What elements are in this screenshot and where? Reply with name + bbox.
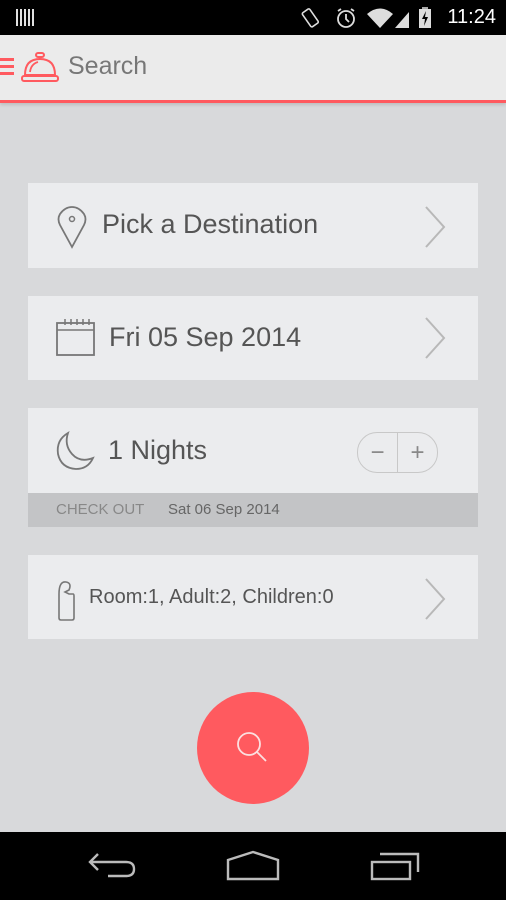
checkin-date-picker[interactable]: Fri 05 Sep 2014: [28, 296, 478, 380]
moon-icon: [56, 431, 95, 470]
barcode-icon: [16, 9, 34, 26]
checkout-date: Sat 06 Sep 2014: [168, 501, 280, 518]
chevron-right-icon: [425, 578, 446, 620]
search-button[interactable]: [197, 692, 309, 804]
guests-picker[interactable]: Room:1, Adult:2, Children:0: [28, 555, 478, 639]
home-icon[interactable]: [226, 850, 280, 882]
chevron-right-icon: [425, 317, 446, 359]
service-bell-icon: [21, 52, 59, 82]
checkout-label: CHECK OUT: [56, 501, 145, 518]
guests-label: Room:1, Adult:2, Children:0: [89, 586, 334, 608]
door-hanger-icon: [58, 581, 75, 621]
status-bar: 11:24: [0, 0, 506, 35]
vibrate-icon: [301, 8, 320, 28]
checkin-date-label: Fri 05 Sep 2014: [109, 322, 302, 352]
location-pin-icon: [57, 206, 87, 249]
hamburger-menu-icon[interactable]: [0, 58, 14, 76]
signal-icon: [395, 12, 409, 28]
chevron-right-icon: [425, 206, 446, 248]
checkout-bar: CHECK OUT Sat 06 Sep 2014: [28, 493, 478, 527]
battery-charging-icon: [419, 7, 431, 28]
destination-picker[interactable]: Pick a Destination: [28, 183, 478, 268]
calendar-icon: [56, 319, 95, 356]
app-bar: Search: [0, 35, 506, 103]
app-title: Search: [68, 52, 148, 80]
nights-stepper: − +: [357, 432, 438, 473]
wifi-icon: [367, 8, 393, 28]
decrement-nights-button[interactable]: −: [358, 433, 398, 472]
nights-card: 1 Nights − +: [28, 408, 478, 494]
clock: 11:24: [447, 6, 496, 28]
nights-label: 1 Nights: [108, 435, 208, 465]
back-icon[interactable]: [86, 850, 138, 882]
increment-nights-button[interactable]: +: [398, 433, 437, 472]
search-icon: [237, 732, 267, 762]
navigation-bar: [0, 832, 506, 900]
alarm-icon: [337, 8, 355, 28]
destination-label: Pick a Destination: [102, 209, 319, 239]
recent-apps-icon[interactable]: [370, 850, 420, 882]
